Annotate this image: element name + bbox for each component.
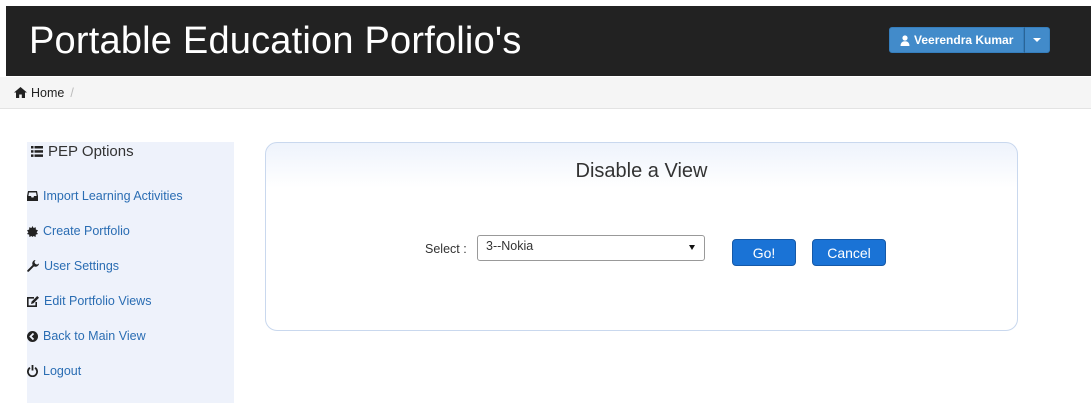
circle-arrow-left-icon xyxy=(27,330,38,342)
top-navbar: Portable Education Porfolio's Veerendra … xyxy=(6,6,1091,76)
select-label: Select : xyxy=(425,242,467,256)
view-select[interactable]: 3--Nokia xyxy=(477,235,705,261)
sidebar-item-label: User Settings xyxy=(44,259,120,273)
panel-title: Disable a View xyxy=(575,160,708,182)
home-icon xyxy=(14,87,27,98)
user-button[interactable]: Veerendra Kumar xyxy=(889,27,1025,53)
sidebar-item-edit-portfolio-views[interactable]: Edit Portfolio Views xyxy=(27,294,151,308)
sidebar: PEP Options Import Learning Activities C… xyxy=(27,142,234,403)
breadcrumb-home[interactable]: Home xyxy=(14,86,64,100)
list-icon xyxy=(31,146,43,157)
power-icon xyxy=(27,365,38,377)
sidebar-item-label: Import Learning Activities xyxy=(43,189,183,203)
sidebar-title-label: PEP Options xyxy=(48,143,134,160)
sidebar-item-create-portfolio[interactable]: Create Portfolio xyxy=(27,224,130,238)
wrench-icon xyxy=(27,260,39,272)
caret-down-icon xyxy=(1033,38,1042,42)
sidebar-item-import-learning-activities[interactable]: Import Learning Activities xyxy=(27,189,183,203)
user-menu[interactable]: Veerendra Kumar xyxy=(889,27,1051,53)
breadcrumb: Home / xyxy=(0,77,1091,109)
sidebar-item-logout[interactable]: Logout xyxy=(27,364,81,378)
cancel-button[interactable]: Cancel xyxy=(812,239,886,266)
edit-icon xyxy=(27,295,39,307)
user-dropdown-toggle[interactable] xyxy=(1024,27,1051,53)
certificate-icon xyxy=(27,225,38,237)
breadcrumb-separator: / xyxy=(70,85,74,100)
app-title: Portable Education Porfolio's xyxy=(29,20,522,62)
user-icon xyxy=(900,34,910,46)
sidebar-title: PEP Options xyxy=(31,143,134,160)
disable-view-panel: Disable a View Select : 3--Nokia Go! Can… xyxy=(265,142,1018,331)
sidebar-item-back-to-main-view[interactable]: Back to Main View xyxy=(27,329,146,343)
go-button[interactable]: Go! xyxy=(732,239,796,266)
sidebar-item-label: Edit Portfolio Views xyxy=(44,294,152,308)
sidebar-item-user-settings[interactable]: User Settings xyxy=(27,259,119,273)
chevron-down-icon xyxy=(689,245,695,250)
inbox-icon xyxy=(27,191,38,201)
breadcrumb-home-label: Home xyxy=(31,85,65,100)
sidebar-item-label: Logout xyxy=(43,364,82,378)
sidebar-item-label: Back to Main View xyxy=(43,329,146,343)
sidebar-item-label: Create Portfolio xyxy=(43,224,130,238)
user-name: Veerendra Kumar xyxy=(914,33,1014,47)
select-value: 3--Nokia xyxy=(486,239,534,253)
